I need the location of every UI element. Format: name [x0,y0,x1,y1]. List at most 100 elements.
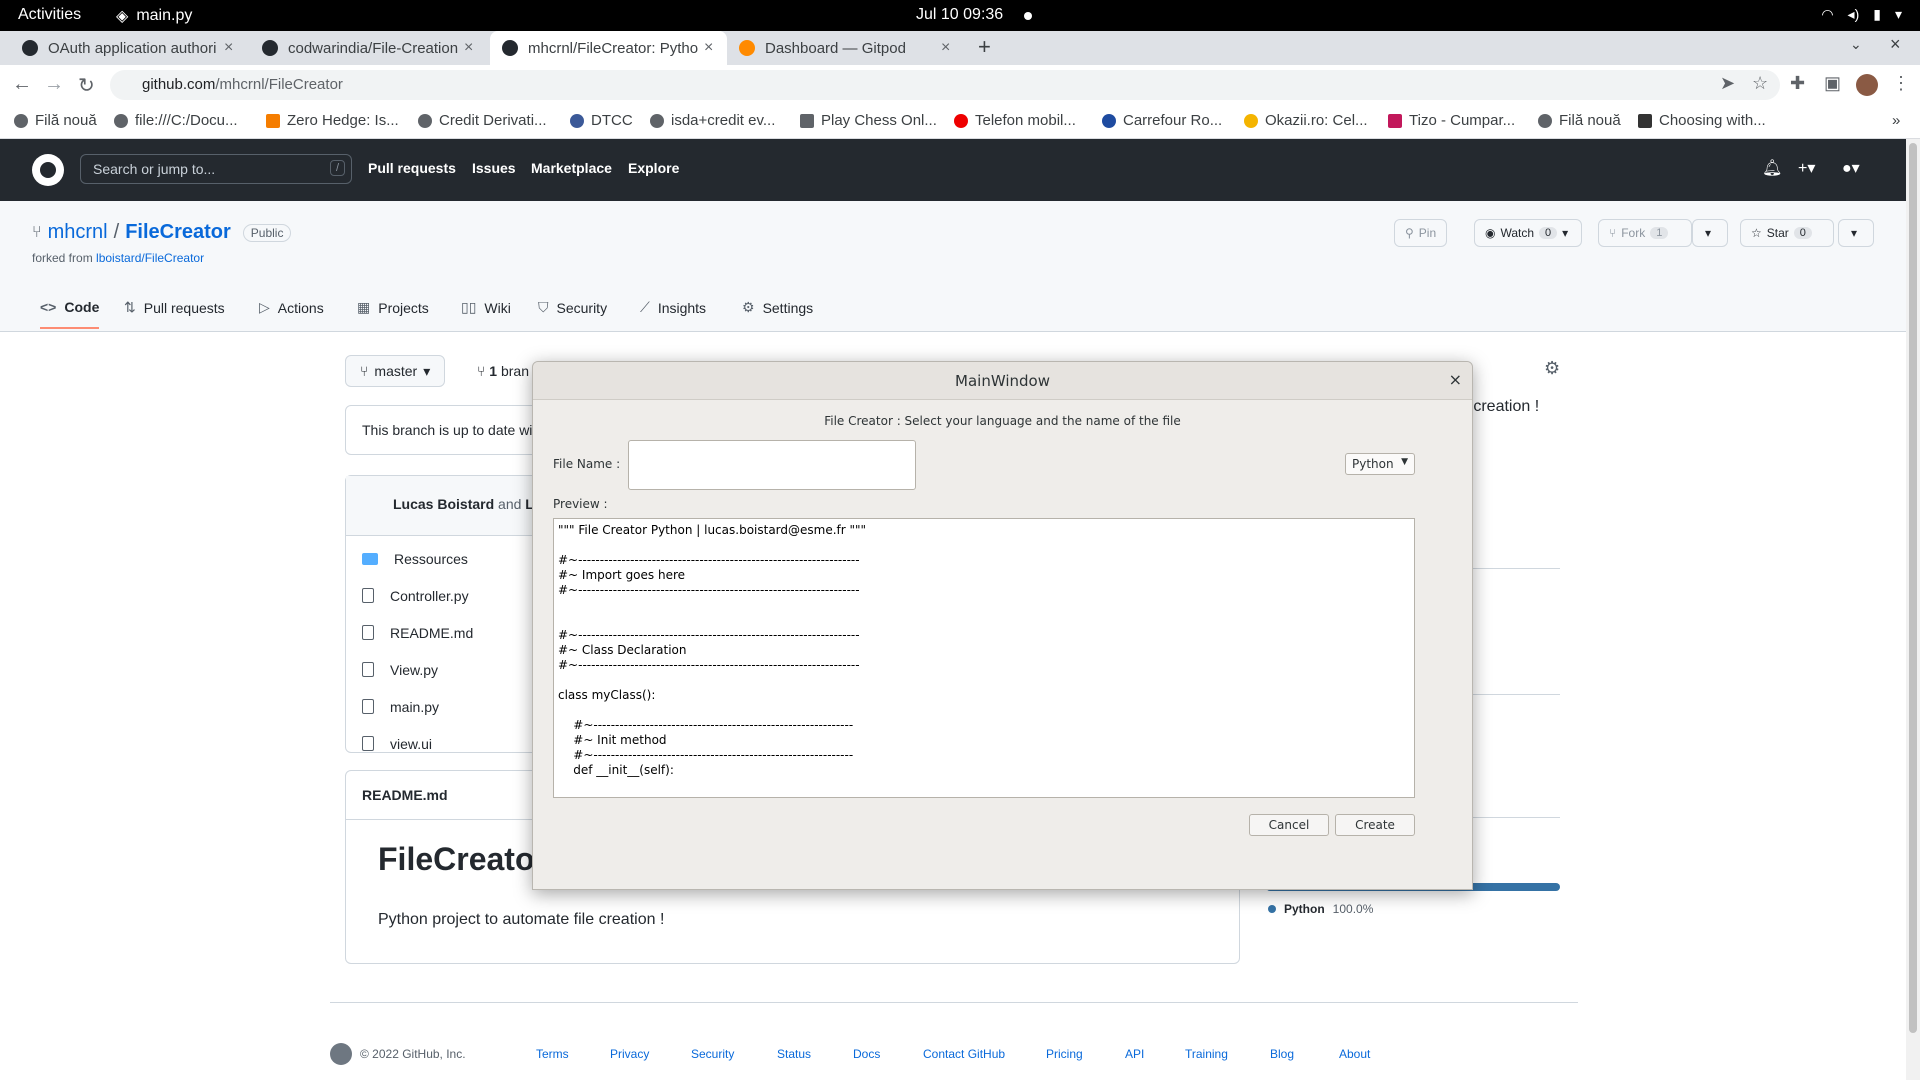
nav-pull-requests[interactable]: Pull requests [368,160,456,176]
file-name[interactable]: README.md [390,625,473,641]
branches-link[interactable]: ⑂ 1 bran [477,363,529,379]
fork-button[interactable]: ⑂ Fork 1 [1598,219,1692,247]
send-icon[interactable]: ➤ [1720,73,1735,94]
bookmark-item[interactable]: DTCC [570,112,633,129]
star-menu-button[interactable]: ▾ [1838,219,1874,247]
system-tray[interactable]: ◠ ◂) ▮ ▾ [1821,6,1902,23]
tab-close-icon[interactable]: × [224,39,233,57]
new-tab-plus-icon[interactable]: + [978,34,991,60]
notifications-bell-icon[interactable]: 🔔︎ [1762,158,1782,178]
footer-link[interactable]: Docs [853,1047,880,1061]
repo-owner-link[interactable]: mhcrnl [48,221,108,244]
browser-tab[interactable]: OAuth application authori × [10,31,250,65]
fork-menu-button[interactable]: ▾ [1692,219,1728,247]
create-button[interactable]: Create [1335,814,1415,836]
tab-close-icon[interactable]: × [941,39,950,57]
bookmark-item[interactable]: Carrefour Ro... [1102,112,1222,129]
activities-button[interactable]: Activities [18,6,81,24]
bookmark-item[interactable]: Tizo - Cumpar... [1388,112,1515,129]
file-name[interactable]: view.ui [390,736,432,752]
bookmark-item[interactable]: Play Chess Onl... [800,112,937,129]
language-select[interactable]: Python ▼ [1345,453,1415,475]
footer-link[interactable]: Pricing [1046,1047,1083,1061]
bookmark-item[interactable]: file:///C:/Docu... [114,112,238,129]
repo-name-link[interactable]: FileCreator [125,221,231,244]
side-panel-icon[interactable]: ▣ [1824,73,1841,94]
profile-avatar[interactable] [1856,74,1878,96]
app-menu[interactable]: ◈ main.py [116,6,192,26]
tab-wiki[interactable]: ▯▯ Wiki [461,299,511,316]
tab-search-chevron-icon[interactable]: ⌄ [1850,36,1862,53]
footer-link[interactable]: Training [1185,1047,1228,1061]
tab-close-icon[interactable]: × [704,39,713,57]
footer-link[interactable]: Terms [536,1047,569,1061]
tab-insights[interactable]: ⟋ Insights [640,299,706,316]
file-name[interactable]: Controller.py [390,588,469,604]
bookmark-star-icon[interactable]: ☆ [1752,73,1768,94]
tab-code[interactable]: <> Code [40,299,100,329]
close-icon[interactable]: × [1449,370,1462,389]
nav-issues[interactable]: Issues [472,160,516,176]
commit-author[interactable]: Lucas Boistard [393,496,494,512]
cancel-button[interactable]: Cancel [1249,814,1329,836]
file-name[interactable]: Ressources [394,551,468,567]
address-bar[interactable]: github.com/mhcrnl/FileCreator [110,70,1780,100]
footer-link[interactable]: Status [777,1047,811,1061]
user-avatar-menu[interactable]: ●▾ [1842,158,1860,178]
pin-button[interactable]: ⚲ Pin [1394,219,1448,247]
tab-security[interactable]: ⛉ Security [538,299,607,316]
language-item[interactable]: Python 100.0% [1268,902,1373,916]
file-name-field[interactable] [628,440,916,490]
reload-icon[interactable]: ↻ [78,73,95,98]
list-item[interactable]: view.ui [362,725,432,762]
bookmark-item[interactable]: Zero Hedge: Is... [266,112,399,129]
tab-projects[interactable]: ▦ Projects [357,299,429,316]
bookmark-item[interactable]: Filă nouă [1538,112,1621,129]
footer-link[interactable]: Privacy [610,1047,649,1061]
browser-tab[interactable]: Dashboard — Gitpod × [727,31,967,65]
create-new-plus-icon[interactable]: +▾ [1798,158,1815,178]
footer-link[interactable]: Blog [1270,1047,1294,1061]
bookmark-item[interactable]: Credit Derivati... [418,112,547,129]
page-scrollbar[interactable] [1906,139,1920,1080]
nav-explore[interactable]: Explore [628,160,679,176]
preview-text-area[interactable]: """ File Creator Python | lucas.boistard… [553,518,1415,798]
browser-tab-active[interactable]: mhcrnl/FileCreator: Pytho × [490,31,727,65]
footer-link[interactable]: About [1339,1047,1370,1061]
footer-link[interactable]: API [1125,1047,1144,1061]
window-close-icon[interactable]: × [1890,34,1901,55]
list-item[interactable]: README.md [362,614,473,651]
tab-close-icon[interactable]: × [464,39,473,57]
tab-settings[interactable]: ⚙ Settings [742,299,813,316]
list-item[interactable]: main.py [362,688,439,725]
branch-select-button[interactable]: ⑂ master ▾ [345,355,446,387]
list-item[interactable]: Controller.py [362,577,469,614]
star-button[interactable]: ☆ Star 0 [1740,219,1834,247]
kebab-menu-icon[interactable]: ⋮ [1892,73,1910,94]
forward-arrow-icon[interactable]: → [44,73,64,96]
nav-marketplace[interactable]: Marketplace [531,160,612,176]
scrollbar-thumb[interactable] [1909,143,1917,1033]
file-name[interactable]: View.py [390,662,438,678]
github-search-input[interactable]: Search or jump to... / [80,154,352,184]
about-settings-gear-icon[interactable]: ⚙ [1544,358,1560,379]
bookmark-item[interactable]: isda+credit ev... [650,112,775,129]
bookmarks-overflow-icon[interactable]: » [1892,112,1900,129]
back-arrow-icon[interactable]: ← [12,73,32,96]
bookmark-item[interactable]: Telefon mobil... [954,112,1076,129]
clock[interactable]: Jul 10 09:36 [916,6,1003,24]
github-logo-icon[interactable] [32,154,64,186]
list-item[interactable]: Ressources [362,540,468,577]
watch-button[interactable]: ◉ Watch 0 ▾ [1474,219,1582,247]
footer-link[interactable]: Contact GitHub [923,1047,1005,1061]
file-name[interactable]: main.py [390,699,439,715]
browser-tab[interactable]: codwarindia/File-Creation × [250,31,490,65]
extensions-puzzle-icon[interactable]: ✚ [1790,73,1805,94]
window-titlebar[interactable]: MainWindow [533,362,1472,400]
tab-actions[interactable]: ▷ Actions [259,299,324,316]
forked-from-link[interactable]: lboistard/FileCreator [96,251,204,265]
tab-pull-requests[interactable]: ⇅ Pull requests [124,299,225,316]
list-item[interactable]: View.py [362,651,438,688]
bookmark-item[interactable]: Choosing with... [1638,112,1766,129]
bookmark-item[interactable]: Okazii.ro: Cel... [1244,112,1368,129]
